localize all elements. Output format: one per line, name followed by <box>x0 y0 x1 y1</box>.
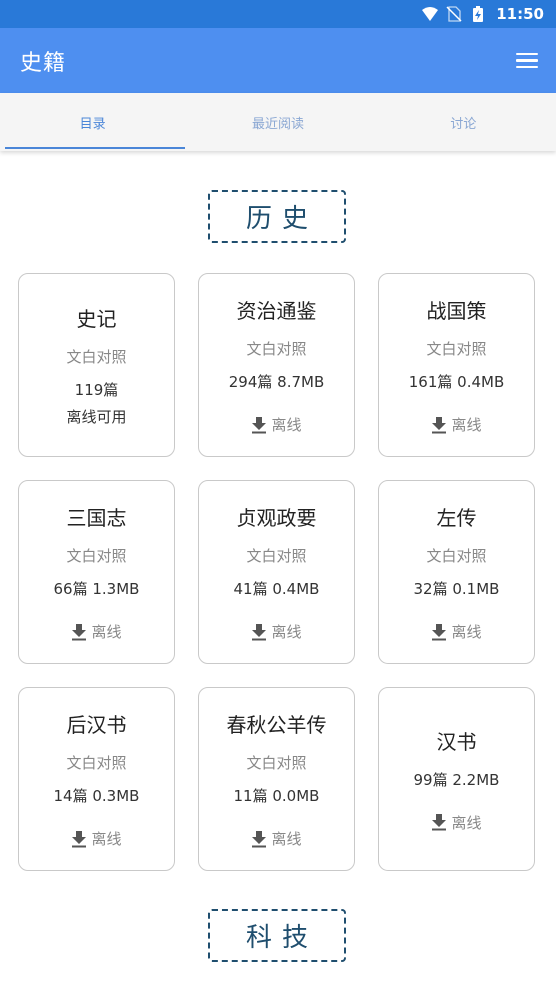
book-title: 汉书 <box>436 729 477 754</box>
offline-label: 离线 <box>451 416 482 434</box>
offline-label: 离线 <box>91 830 122 848</box>
book-title: 贞观政要 <box>236 506 317 530</box>
offline-label: 离线 <box>451 623 482 641</box>
tab-catalog[interactable]: 目录 <box>0 93 186 151</box>
book-stats: 32篇 0.1MB <box>413 580 500 598</box>
book-subtitle: 文白对照 <box>246 340 307 358</box>
book-title: 资治通鉴 <box>236 299 317 323</box>
download-icon <box>432 623 447 640</box>
tab-label: 讨论 <box>450 116 477 132</box>
book-subtitle: 文白对照 <box>246 754 307 772</box>
download-icon <box>432 814 447 831</box>
status-bar: 11:50 <box>0 0 556 28</box>
menu-icon[interactable] <box>516 49 540 73</box>
book-stats: 99篇 2.2MB <box>413 770 500 789</box>
book-title: 春秋公羊传 <box>226 713 327 737</box>
battery-charging-icon <box>473 6 484 22</box>
book-card-zhanguoce[interactable]: 战国策 文白对照 161篇 0.4MB 离线 <box>378 273 535 457</box>
book-title: 史记 <box>76 307 117 331</box>
tab-label: 最近阅读 <box>251 116 304 132</box>
book-stats: 161篇 0.4MB <box>408 373 505 391</box>
download-icon <box>432 416 447 433</box>
book-stats: 294篇 8.7MB <box>228 373 325 391</box>
book-title: 后汉书 <box>66 713 127 737</box>
book-subtitle: 文白对照 <box>426 340 487 358</box>
book-subtitle: 文白对照 <box>66 348 127 366</box>
book-subtitle: 文白对照 <box>246 547 307 565</box>
download-icon <box>252 623 267 640</box>
wifi-icon <box>422 7 439 21</box>
book-stats: 41篇 0.4MB <box>233 580 320 598</box>
offline-download-button[interactable]: 离线 <box>71 621 122 642</box>
book-card-shiji[interactable]: 史记 文白对照 119篇 离线可用 <box>18 273 175 457</box>
no-sim-icon <box>446 6 462 22</box>
download-icon <box>72 623 87 640</box>
app-bar: 史籍 <box>0 28 556 93</box>
book-stats: 66篇 1.3MB <box>53 580 140 598</box>
offline-label: 离线 <box>91 623 122 641</box>
book-card-houhanshu[interactable]: 后汉书 文白对照 14篇 0.3MB 离线 <box>18 687 175 871</box>
offline-download-button[interactable]: 离线 <box>251 828 302 849</box>
book-card-zuozhuan[interactable]: 左传 文白对照 32篇 0.1MB 离线 <box>378 480 535 664</box>
offline-label: 离线 <box>451 813 482 832</box>
book-card-sanguozhi[interactable]: 三国志 文白对照 66篇 1.3MB 离线 <box>18 480 175 664</box>
book-stats: 14篇 0.3MB <box>53 787 140 805</box>
book-card-zhenguanzhengyao[interactable]: 贞观政要 文白对照 41篇 0.4MB 离线 <box>198 480 355 664</box>
tab-label: 目录 <box>79 116 106 132</box>
section-header-history: 历史 <box>208 190 346 243</box>
offline-label: 离线 <box>271 830 302 848</box>
download-icon <box>252 416 267 433</box>
offline-available-label: 离线可用 <box>66 408 127 426</box>
offline-label: 离线 <box>271 416 302 434</box>
book-card-chunqiugongyangzhuan[interactable]: 春秋公羊传 文白对照 11篇 0.0MB 离线 <box>198 687 355 871</box>
app-title: 史籍 <box>20 50 67 76</box>
catalog-content[interactable]: 历史 史记 文白对照 119篇 离线可用 资治通鉴 文白对照 294篇 8.7M… <box>0 151 556 984</box>
offline-label: 离线 <box>271 623 302 641</box>
tab-bar: 目录 最近阅读 讨论 <box>0 93 556 151</box>
book-card-hanshu[interactable]: 汉书 99篇 2.2MB 离线 <box>378 687 535 871</box>
section-header-technology: 科技 <box>208 909 346 962</box>
book-title: 战国策 <box>426 299 487 323</box>
book-subtitle: 文白对照 <box>66 547 127 565</box>
book-stats: 11篇 0.0MB <box>233 787 320 805</box>
download-icon <box>252 830 267 847</box>
book-subtitle: 文白对照 <box>66 754 127 772</box>
offline-download-button[interactable]: 离线 <box>71 828 122 849</box>
book-subtitle: 文白对照 <box>426 547 487 565</box>
status-time: 11:50 <box>496 5 544 23</box>
download-icon <box>72 830 87 847</box>
tab-recent-reading[interactable]: 最近阅读 <box>185 93 370 151</box>
offline-download-button[interactable]: 离线 <box>431 621 482 642</box>
book-title: 三国志 <box>66 506 127 530</box>
book-card-zizhitongjian[interactable]: 资治通鉴 文白对照 294篇 8.7MB 离线 <box>198 273 355 457</box>
offline-download-button[interactable]: 离线 <box>251 414 302 435</box>
book-stats: 119篇 <box>74 381 119 399</box>
offline-download-button[interactable]: 离线 <box>251 621 302 642</box>
offline-download-button[interactable]: 离线 <box>431 414 482 435</box>
tab-discussion[interactable]: 讨论 <box>371 93 556 151</box>
book-title: 左传 <box>436 506 477 530</box>
offline-download-button[interactable]: 离线 <box>431 812 482 833</box>
